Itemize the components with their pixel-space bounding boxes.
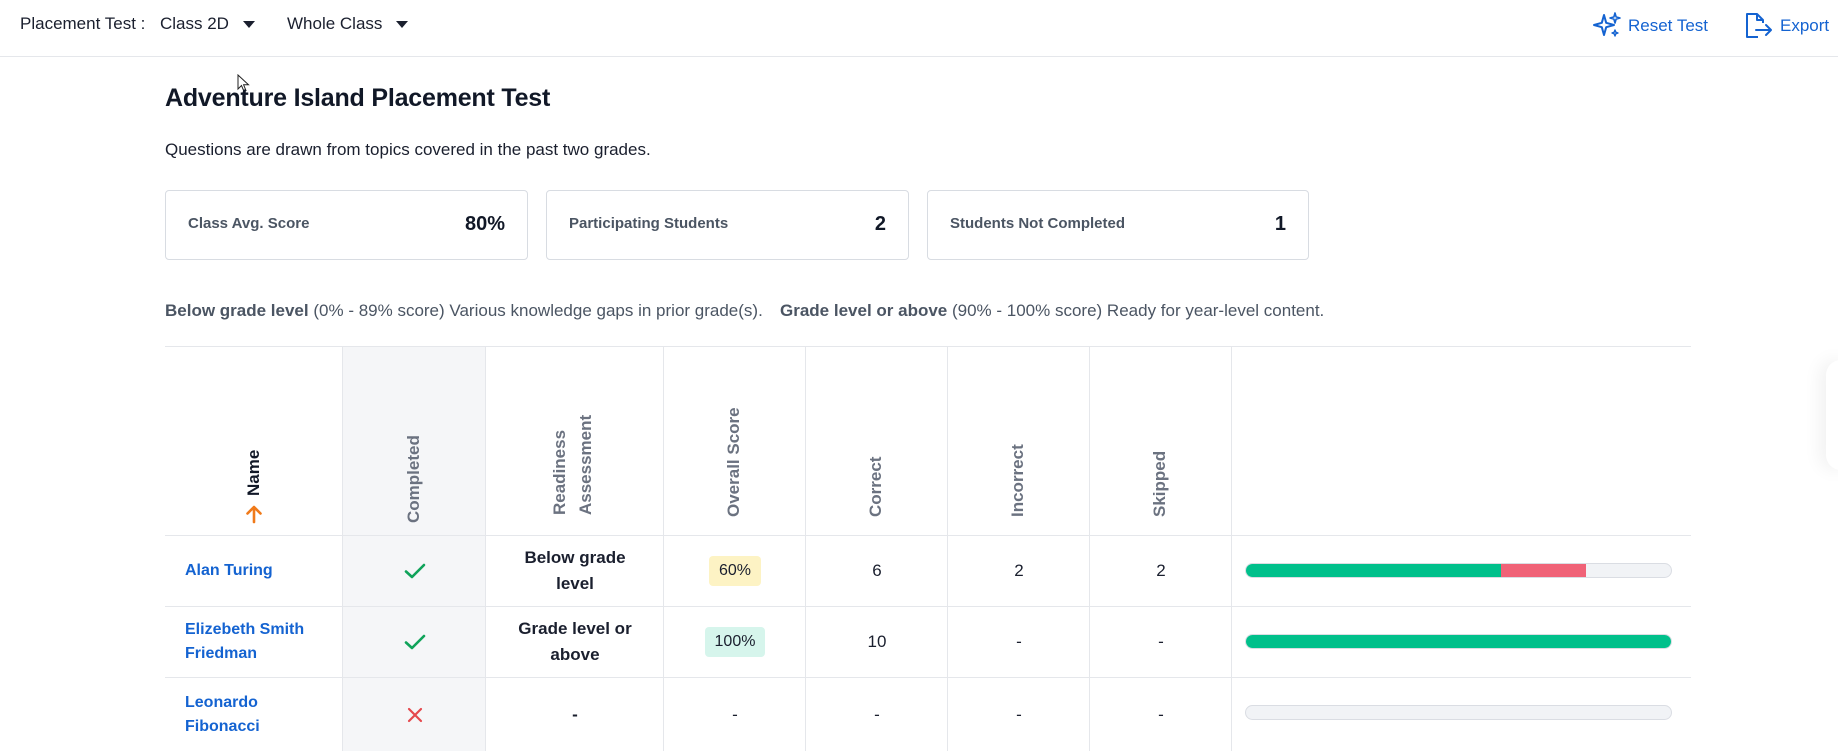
class-avg-score-card: Class Avg. Score 80% xyxy=(165,190,528,260)
card-value: 2 xyxy=(874,213,886,235)
export-file-icon xyxy=(1746,13,1772,38)
header-readiness[interactable]: Readiness Assessment xyxy=(548,410,604,520)
readiness-line-1: Below grade xyxy=(524,548,626,567)
student-name-line-1: Elizebeth Smith xyxy=(185,621,305,638)
student-name-line-1: Leonardo xyxy=(185,693,258,711)
header-readiness-label-1: Readiness xyxy=(550,429,569,515)
overall-score-cell: 100% xyxy=(664,607,806,677)
card-value: 1 xyxy=(1274,213,1286,235)
cross-icon xyxy=(407,707,422,722)
score-progress-bar xyxy=(1245,563,1672,578)
score-badge: 100% xyxy=(704,627,766,657)
header-name-label: Name xyxy=(244,449,263,496)
incorrect-cell: - xyxy=(1016,632,1022,651)
overall-score-cell: 60% xyxy=(664,536,806,606)
legend-below-grade: Below grade level (0% - 89% score) Vario… xyxy=(165,301,763,321)
correct-cell: 6 xyxy=(872,561,882,580)
score-progress-bar xyxy=(1245,634,1672,649)
correct-bar-segment xyxy=(1246,635,1671,648)
skipped-cell: - xyxy=(1158,704,1164,724)
incorrect-cell: - xyxy=(1016,704,1022,724)
legend-grade-level: Grade level or above (90% - 100% score) … xyxy=(780,301,1324,321)
readiness-cell: Grade level or above xyxy=(486,607,664,677)
student-name-line-2: Fibonacci xyxy=(185,717,260,735)
completed-cell xyxy=(343,678,486,751)
page-subtitle: Questions are drawn from topics covered … xyxy=(165,140,651,159)
top-bar: Placement Test : Class 2D Whole Class Re… xyxy=(0,0,1838,57)
header-skipped-label: Skipped xyxy=(1150,450,1169,517)
header-name[interactable]: Name xyxy=(240,440,268,535)
readiness-cell: - xyxy=(572,704,578,724)
correct-cell: - xyxy=(874,704,880,724)
students-not-completed-card: Students Not Completed 1 xyxy=(927,190,1309,260)
class-select-value: Class 2D xyxy=(160,14,229,33)
card-label: Participating Students xyxy=(569,215,729,232)
readiness-line-2: above xyxy=(550,645,600,664)
header-skipped[interactable]: Skipped xyxy=(1146,440,1176,520)
student-name-line-1: Alan Turing xyxy=(185,562,273,579)
participating-students-card: Participating Students 2 xyxy=(546,190,909,260)
class-select[interactable]: Class 2D xyxy=(160,14,255,34)
card-value: 80% xyxy=(464,213,505,235)
student-name-link[interactable]: Leonardo Fibonacci xyxy=(165,678,343,751)
group-select-value: Whole Class xyxy=(287,14,383,33)
header-completed-label: Completed xyxy=(404,435,423,523)
side-panel-edge xyxy=(1826,360,1838,470)
skipped-cell: - xyxy=(1158,632,1164,651)
completed-cell xyxy=(343,607,486,677)
caret-down-icon xyxy=(242,20,255,28)
page-title: Adventure Island Placement Test xyxy=(165,84,551,112)
legend-below-title: Below grade level xyxy=(165,301,309,320)
placement-test-label: Placement Test : xyxy=(20,14,146,33)
score-badge: 60% xyxy=(708,556,762,586)
legend-below-text: (0% - 89% score) Various knowledge gaps … xyxy=(313,301,763,320)
export-label: Export xyxy=(1780,16,1830,35)
header-completed[interactable]: Completed xyxy=(400,420,430,530)
header-incorrect-label: Incorrect xyxy=(1008,444,1027,517)
readiness-line-1: Grade level or xyxy=(518,619,632,638)
incorrect-cell: 2 xyxy=(1014,561,1024,580)
legend-above-text: (90% - 100% score) Ready for year-level … xyxy=(951,301,1325,320)
group-select[interactable]: Whole Class xyxy=(287,14,409,34)
readiness-line-2: level xyxy=(556,574,594,593)
card-label: Students Not Completed xyxy=(950,215,1125,232)
overall-score-cell: - xyxy=(732,704,738,724)
student-name-line-2: Friedman xyxy=(185,645,258,662)
reset-test-label: Reset Test xyxy=(1628,16,1709,35)
sparkle-icon xyxy=(1593,12,1621,37)
export-button[interactable]: Export xyxy=(1742,11,1829,41)
header-readiness-label-2: Assessment xyxy=(576,414,595,515)
readiness-cell: Below grade level xyxy=(486,536,664,606)
card-label: Class Avg. Score xyxy=(188,215,310,232)
legend-above-title: Grade level or above xyxy=(780,301,948,320)
header-correct[interactable]: Correct xyxy=(862,440,892,520)
header-overall-score-label: Overall Score xyxy=(724,407,743,517)
student-name-link[interactable]: Elizebeth Smith Friedman xyxy=(165,607,343,677)
checkmark-icon xyxy=(404,563,425,579)
correct-bar-segment xyxy=(1246,564,1501,577)
skipped-cell: 2 xyxy=(1156,561,1166,580)
incorrect-bar-segment xyxy=(1501,564,1586,577)
caret-down-icon xyxy=(396,20,409,28)
sort-ascending-arrow-icon xyxy=(246,505,262,524)
score-progress-bar xyxy=(1245,705,1672,720)
checkmark-icon xyxy=(404,634,425,650)
reset-test-button[interactable]: Reset Test xyxy=(1592,11,1708,41)
student-name-link[interactable]: Alan Turing xyxy=(165,536,343,606)
correct-cell: 10 xyxy=(867,632,887,651)
header-overall-score[interactable]: Overall Score xyxy=(720,400,750,520)
header-incorrect[interactable]: Incorrect xyxy=(1004,430,1034,520)
header-correct-label: Correct xyxy=(866,456,885,517)
completed-cell xyxy=(343,536,486,606)
